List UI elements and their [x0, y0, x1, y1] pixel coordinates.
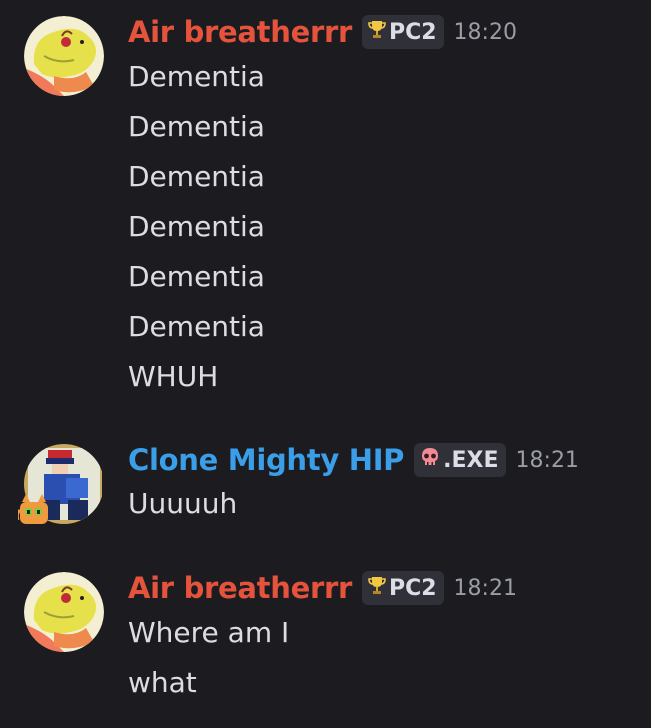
pixel-robot-avatar-icon	[18, 444, 102, 524]
message-text: Where am I	[128, 616, 290, 649]
message-header: Air breatherrr PC2 18:20	[128, 12, 517, 52]
message-text: Dementia	[128, 210, 265, 243]
message-text: Dementia	[128, 260, 265, 293]
avatar[interactable]	[24, 16, 104, 96]
timestamp[interactable]: 18:21	[516, 448, 579, 473]
avatar[interactable]	[18, 444, 104, 524]
message-text: what	[128, 666, 197, 699]
role-tag-label: PC2	[388, 575, 437, 601]
role-tag[interactable]: .EXE	[414, 443, 506, 477]
message-text: Dementia	[128, 60, 265, 93]
message-text: Dementia	[128, 160, 265, 193]
role-tag-label: .EXE	[443, 447, 499, 473]
username[interactable]: Air breatherrr	[128, 15, 352, 49]
yellow-creature-avatar-icon	[24, 572, 104, 652]
message-text: Dementia	[128, 110, 265, 143]
message-text: WHUH	[128, 360, 219, 393]
chat-message-list: Air breatherrr PC2 18:20 Dementia Dement…	[0, 0, 651, 728]
timestamp[interactable]: 18:20	[454, 20, 517, 45]
role-tag[interactable]: PC2	[361, 15, 444, 49]
avatar[interactable]	[24, 572, 104, 652]
trophy-icon	[368, 575, 386, 601]
username[interactable]: Air breatherrr	[128, 571, 352, 605]
message-header: Clone Mighty HIP .EXE 18:21	[128, 440, 579, 480]
message-text: Uuuuuh	[128, 487, 238, 520]
yellow-creature-avatar-icon	[24, 16, 104, 96]
trophy-icon	[368, 19, 386, 45]
message-text: Dementia	[128, 310, 265, 343]
skull-icon	[420, 447, 440, 473]
message-header: Air breatherrr PC2 18:21	[128, 568, 517, 608]
role-tag-label: PC2	[388, 19, 437, 45]
timestamp[interactable]: 18:21	[454, 576, 517, 601]
username[interactable]: Clone Mighty HIP	[128, 443, 404, 477]
role-tag[interactable]: PC2	[361, 571, 444, 605]
